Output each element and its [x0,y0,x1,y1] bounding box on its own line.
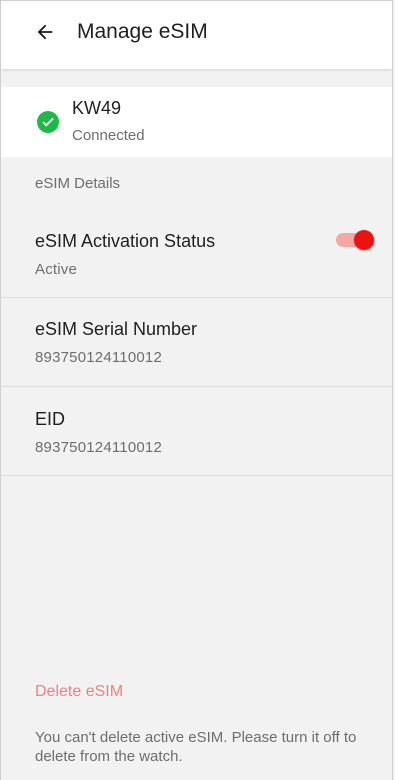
eid-title: EID [35,409,66,429]
check-icon [42,117,54,127]
back-button[interactable] [17,4,73,60]
activation-status-value: Active [35,261,78,278]
delete-esim-button[interactable]: Delete eSIM [35,683,123,701]
delete-note: You can't delete active eSIM. Please tur… [35,729,357,765]
device-card: KW49 Connected [1,87,392,157]
serial-number-title: eSIM Serial Number [35,319,198,339]
device-status: Connected [72,127,145,144]
eid-row [1,387,392,476]
eid-value: 893750124110012 [35,439,163,456]
check-circle-icon [37,111,59,133]
screen: Manage eSIM KW49 Connected eSIM Details … [0,0,393,780]
page-title: Manage eSIM [77,20,208,43]
toggle-thumb [354,230,374,250]
arrow-left-icon [37,24,53,40]
activation-status-row [1,213,392,298]
serial-number-value: 893750124110012 [35,349,163,366]
serial-number-row [1,298,392,387]
section-header-esim-details: eSIM Details [35,175,121,192]
activation-toggle[interactable] [336,230,374,250]
app-bar: Manage eSIM [1,1,392,69]
activation-status-title: eSIM Activation Status [35,231,216,251]
device-name: KW49 [72,98,122,118]
